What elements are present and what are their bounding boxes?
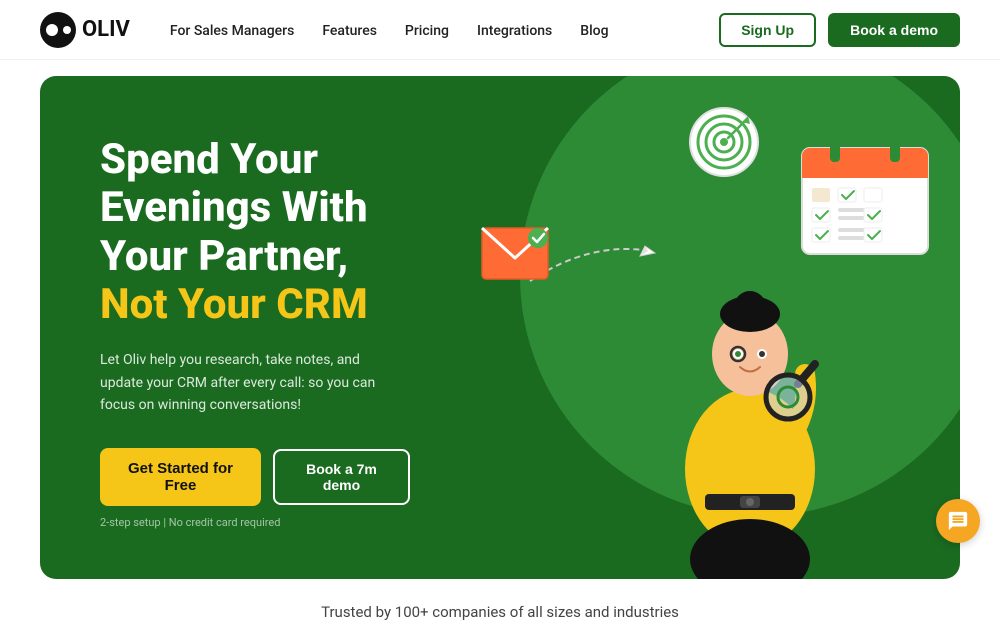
character-illustration	[650, 199, 850, 579]
calendar-icon	[800, 136, 930, 256]
signup-button[interactable]: Sign Up	[719, 13, 816, 47]
get-started-button[interactable]: Get Started for Free	[100, 448, 261, 506]
hero-illustration	[460, 76, 960, 579]
target-icon	[688, 106, 760, 178]
hero-wrapper: Spend Your Evenings With Your Partner, N…	[0, 60, 1000, 579]
navbar: OLIV For Sales Managers Features Pricing…	[0, 0, 1000, 60]
nav-links: For Sales Managers Features Pricing Inte…	[170, 20, 719, 39]
hero-title-accent: Not Your CRM	[100, 281, 410, 329]
brand-logo[interactable]: OLIV	[40, 12, 130, 48]
nav-item-blog[interactable]: Blog	[580, 23, 608, 39]
nav-item-sales-managers[interactable]: For Sales Managers	[170, 23, 294, 39]
hero-section: Spend Your Evenings With Your Partner, N…	[40, 76, 960, 579]
chat-bubble-button[interactable]	[936, 499, 980, 543]
nav-item-pricing[interactable]: Pricing	[405, 23, 449, 39]
book-demo-nav-button[interactable]: Book a demo	[828, 13, 960, 47]
hero-content-left: Spend Your Evenings With Your Partner, N…	[40, 76, 460, 579]
hero-buttons: Get Started for Free Book a 7m demo	[100, 448, 410, 506]
nav-item-features[interactable]: Features	[322, 23, 377, 39]
nav-actions: Sign Up Book a demo	[719, 13, 960, 47]
logo-icon	[40, 12, 76, 48]
nav-item-integrations[interactable]: Integrations	[477, 23, 552, 39]
book-demo-hero-button[interactable]: Book a 7m demo	[273, 449, 410, 505]
trusted-text: Trusted by 100+ companies of all sizes a…	[40, 603, 960, 621]
hero-title: Spend Your Evenings With Your Partner, N…	[100, 136, 410, 329]
hero-note: 2-step setup | No credit card required	[100, 516, 410, 529]
trusted-section: Trusted by 100+ companies of all sizes a…	[0, 579, 1000, 631]
brand-name: OLIV	[82, 17, 130, 42]
email-icon	[480, 226, 550, 281]
hero-description: Let Oliv help you research, take notes, …	[100, 349, 390, 416]
